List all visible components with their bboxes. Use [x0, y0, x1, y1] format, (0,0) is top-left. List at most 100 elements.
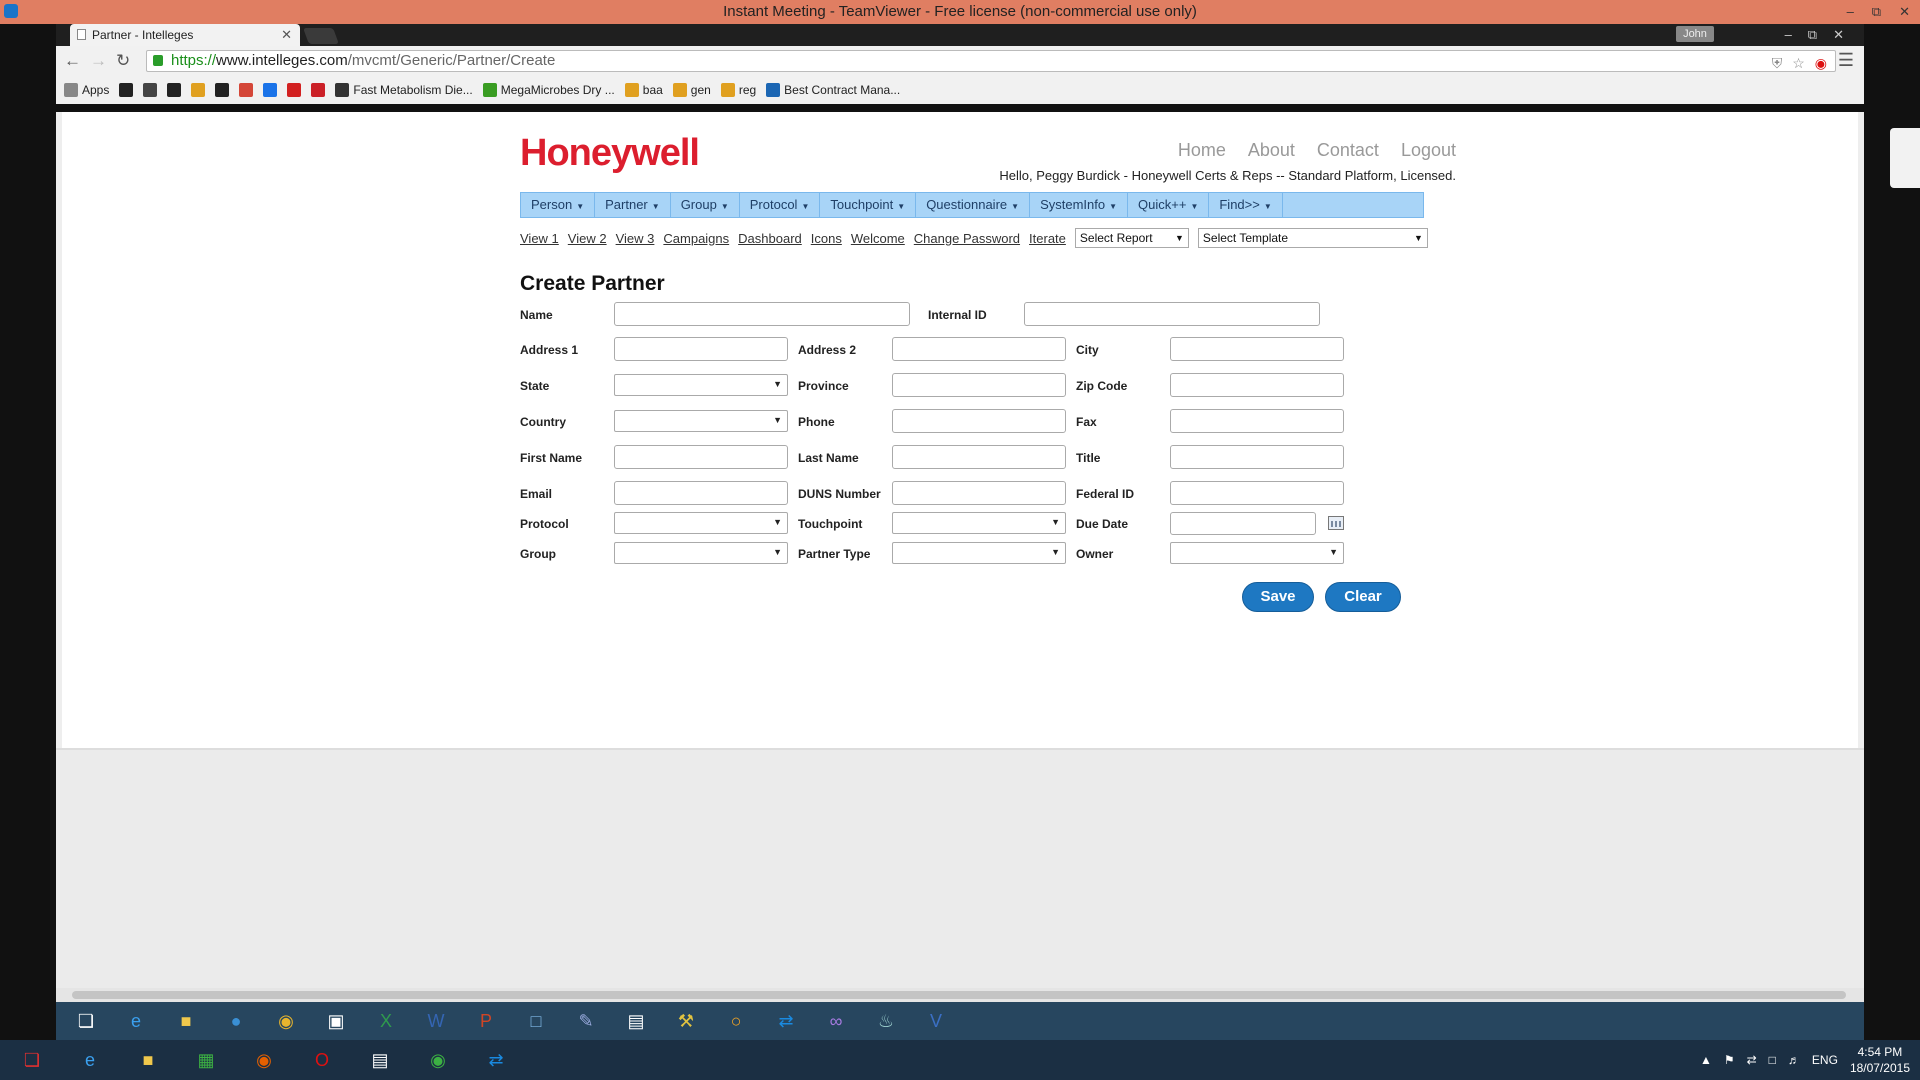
folder-icon[interactable]: □: [516, 1005, 556, 1037]
bookmark-item[interactable]: baa: [624, 83, 663, 97]
internal-id-field[interactable]: [1024, 302, 1320, 326]
ie-icon[interactable]: e: [66, 1042, 114, 1078]
link-view-3[interactable]: View 3: [616, 231, 655, 246]
teamviewer-local-icon[interactable]: ⇄: [472, 1042, 520, 1078]
visual-studio-icon[interactable]: ∞: [816, 1005, 856, 1037]
menu-touchpoint[interactable]: Touchpoint ▼: [820, 193, 917, 217]
link-welcome[interactable]: Welcome: [851, 231, 905, 246]
link-iterate[interactable]: Iterate: [1029, 231, 1066, 246]
group-select[interactable]: ▼: [614, 542, 788, 564]
bookmark-item[interactable]: [191, 83, 206, 97]
select-report[interactable]: Select Report ▼: [1074, 228, 1189, 248]
notepad-icon[interactable]: ✎: [566, 1005, 606, 1037]
browser-close-icon[interactable]: ✕: [1833, 24, 1844, 46]
protocol-select[interactable]: ▼: [614, 512, 788, 534]
honeywell-logo[interactable]: Honeywell: [520, 132, 700, 175]
owner-select[interactable]: ▼: [1170, 542, 1344, 564]
bookmark-item[interactable]: [143, 83, 158, 97]
nav-contact[interactable]: Contact: [1317, 140, 1379, 161]
restore-icon[interactable]: ⧉: [1872, 0, 1881, 24]
last-name-field[interactable]: [892, 445, 1066, 469]
menu-person[interactable]: Person ▼: [521, 193, 596, 217]
menu-find[interactable]: Find>> ▼: [1209, 193, 1283, 217]
store-icon[interactable]: ▦: [182, 1042, 230, 1078]
flag-icon[interactable]: ⚑: [1724, 1053, 1735, 1067]
bookmark-item[interactable]: [239, 83, 254, 97]
horizontal-scrollbar[interactable]: [56, 988, 1864, 1002]
province-field[interactable]: [892, 373, 1066, 397]
chrome-menu-icon[interactable]: ☰: [1838, 50, 1854, 71]
new-tab-button[interactable]: [303, 28, 339, 44]
first-name-field[interactable]: [614, 445, 788, 469]
globe-icon[interactable]: ●: [216, 1005, 256, 1037]
network-tray-icon[interactable]: □: [1769, 1053, 1776, 1067]
email-field[interactable]: [614, 481, 788, 505]
link-icons[interactable]: Icons: [811, 231, 842, 246]
remote-desktop-icon[interactable]: ▣: [316, 1005, 356, 1037]
tab-close-icon[interactable]: ✕: [281, 24, 292, 46]
excel-icon[interactable]: X: [366, 1005, 406, 1037]
green-app-icon[interactable]: ◉: [414, 1042, 462, 1078]
bookmark-item[interactable]: Fast Metabolism Die...: [335, 83, 473, 97]
menu-protocol[interactable]: Protocol ▼: [740, 193, 821, 217]
clock[interactable]: 4:54 PM 18/07/2015: [1850, 1044, 1910, 1076]
menu-quick[interactable]: Quick++ ▼: [1128, 193, 1210, 217]
bookmark-item[interactable]: [311, 83, 326, 97]
due-date-field[interactable]: [1170, 512, 1316, 535]
browser-minimize-icon[interactable]: –: [1785, 24, 1792, 46]
menu-systeminfo[interactable]: SystemInfo ▼: [1030, 193, 1129, 217]
address-bar[interactable]: https://www.intelleges.com/mvcmt/Generic…: [146, 50, 1836, 72]
opera-taskbar-icon[interactable]: O: [298, 1042, 346, 1078]
firefox-icon[interactable]: ◉: [240, 1042, 288, 1078]
bookmark-item[interactable]: [263, 83, 278, 97]
duns-field[interactable]: [892, 481, 1066, 505]
browser-tab[interactable]: Partner - Intelleges ✕: [70, 24, 300, 46]
nav-logout[interactable]: Logout: [1401, 140, 1456, 161]
file-explorer-icon[interactable]: ■: [166, 1005, 206, 1037]
clear-button[interactable]: Clear: [1325, 582, 1401, 612]
bookmark-item[interactable]: [167, 83, 182, 97]
internet-explorer-icon[interactable]: e: [116, 1005, 156, 1037]
city-field[interactable]: [1170, 337, 1344, 361]
bookmark-item[interactable]: [119, 83, 134, 97]
start-icon[interactable]: ❏: [66, 1005, 106, 1037]
zip-field[interactable]: [1170, 373, 1344, 397]
network-tool-icon[interactable]: ▤: [356, 1042, 404, 1078]
reload-icon[interactable]: ↻: [116, 51, 130, 71]
link-campaigns[interactable]: Campaigns: [663, 231, 729, 246]
address1-field[interactable]: [614, 337, 788, 361]
close-icon[interactable]: ✕: [1899, 0, 1910, 24]
star-icon[interactable]: ☆: [1792, 53, 1805, 73]
profile-button[interactable]: John: [1676, 26, 1714, 42]
link-view-2[interactable]: View 2: [568, 231, 607, 246]
address2-field[interactable]: [892, 337, 1066, 361]
headset-icon[interactable]: ○: [716, 1005, 756, 1037]
nav-home[interactable]: Home: [1178, 140, 1226, 161]
browser-restore-icon[interactable]: ⧉: [1808, 24, 1817, 46]
nav-about[interactable]: About: [1248, 140, 1295, 161]
scrollbar-thumb[interactable]: [72, 991, 1846, 999]
paint-icon[interactable]: ♨: [866, 1005, 906, 1037]
shield-icon[interactable]: ⛨: [1772, 53, 1783, 73]
menu-group[interactable]: Group ▼: [671, 193, 740, 217]
tray-arrow-icon[interactable]: ▲: [1700, 1053, 1712, 1067]
teamviewer-taskbar-icon[interactable]: ⇄: [766, 1005, 806, 1037]
word-icon[interactable]: W: [416, 1005, 456, 1037]
menu-partner[interactable]: Partner ▼: [595, 193, 671, 217]
minimize-icon[interactable]: –: [1847, 0, 1854, 24]
network-icon[interactable]: ▤: [616, 1005, 656, 1037]
menu-questionnaire[interactable]: Questionnaire ▼: [916, 193, 1031, 217]
calendar-icon[interactable]: [1328, 516, 1344, 530]
bookmark-item[interactable]: reg: [720, 83, 756, 97]
bookmark-item[interactable]: MegaMicrobes Dry ...: [482, 83, 615, 97]
tray-teamviewer-icon[interactable]: ⇄: [1747, 1053, 1757, 1067]
chrome-icon[interactable]: ◉: [266, 1005, 306, 1037]
tools-icon[interactable]: ⚒: [666, 1005, 706, 1037]
bookmark-item[interactable]: [287, 83, 302, 97]
select-template[interactable]: Select Template ▼: [1197, 228, 1428, 248]
back-icon[interactable]: ←: [64, 51, 81, 71]
link-change-password[interactable]: Change Password: [914, 231, 1020, 246]
title-field[interactable]: [1170, 445, 1344, 469]
partner-type-select[interactable]: ▼: [892, 542, 1066, 564]
bookmark-item[interactable]: Best Contract Mana...: [766, 83, 900, 97]
